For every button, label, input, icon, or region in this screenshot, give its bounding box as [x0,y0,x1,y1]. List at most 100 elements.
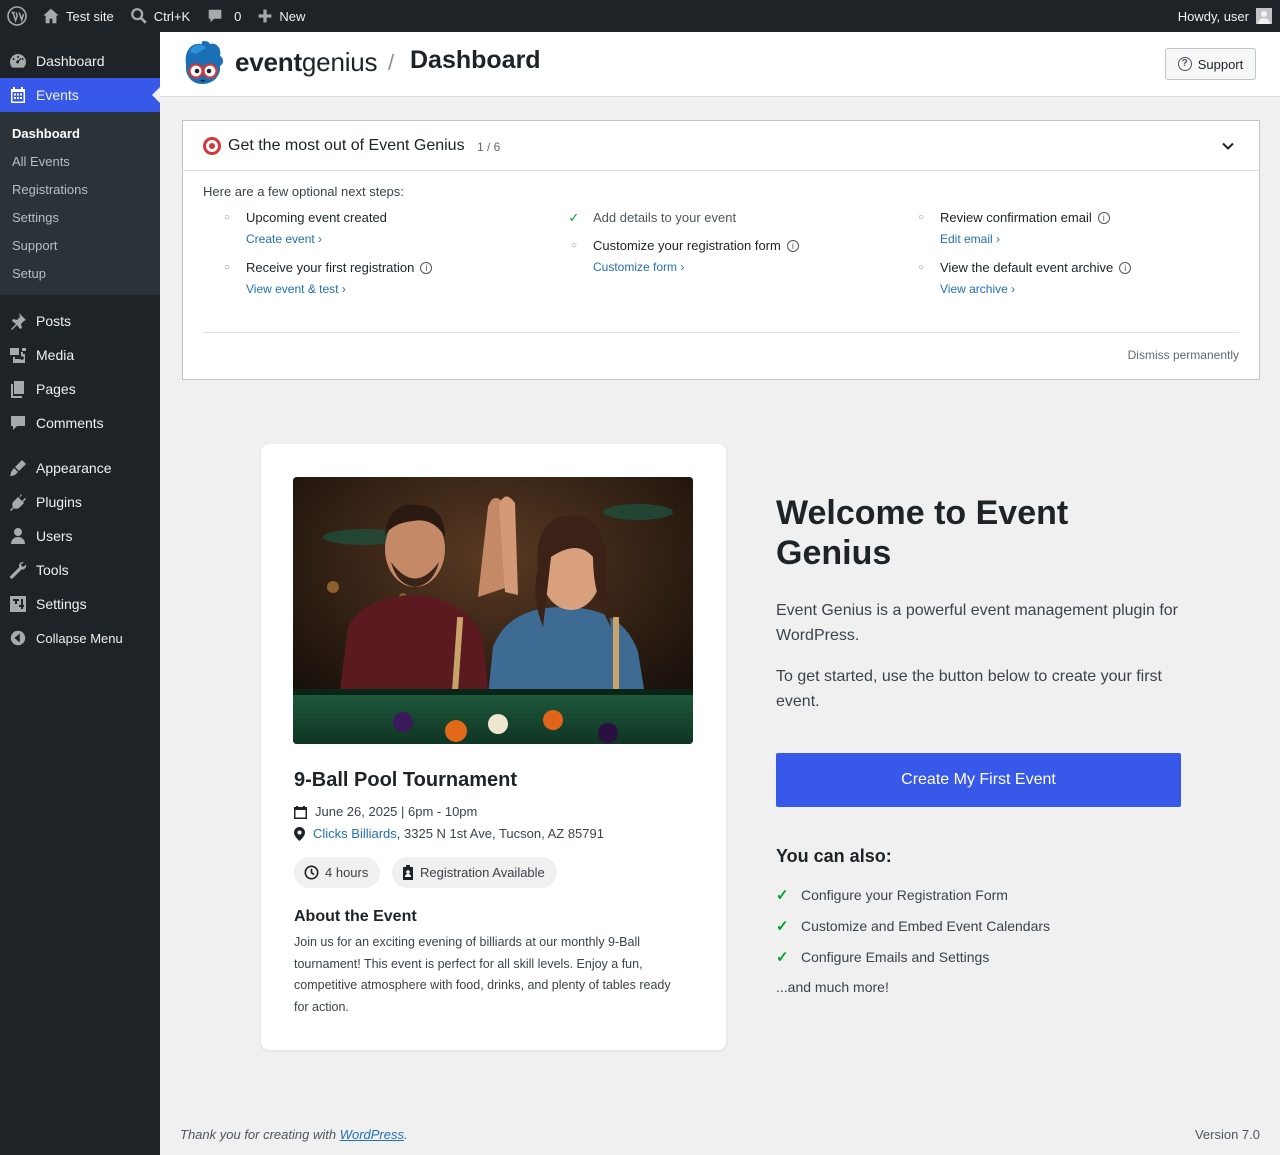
new-content-button[interactable]: New [249,0,313,32]
checklist-intro: Here are a few optional next steps: [203,184,404,199]
checklist-title: Get the most out of Event Genius [228,137,465,154]
breadcrumb-separator: / [388,50,395,75]
plug-icon [8,492,28,512]
comments-link[interactable]: 0 [198,0,249,32]
clock-icon [304,865,319,880]
edit-email-link[interactable]: Edit email › [940,232,1000,246]
menu-dashboard[interactable]: Dashboard [0,44,160,78]
welcome-instructions: To get started, use the button below to … [776,668,1162,710]
menu-posts-label: Posts [36,313,72,329]
step-label: Receive your first registration i [246,260,433,275]
event-photo [293,477,693,744]
menu-media[interactable]: Media [0,338,160,372]
create-first-event-button[interactable]: Create My First Event [776,753,1181,807]
menu-settings-label: Settings [36,596,87,612]
pages-icon [8,379,28,399]
also-list-item: ✓ Customize and Embed Event Calendars [776,918,1051,935]
event-preview-card: 9-Ball Pool Tournament June 26, 2025 | 6… [261,444,726,1050]
media-icon [8,345,28,365]
eventgenius-mascot-icon [182,40,226,89]
plugin-header: eventgenius / Dashboard ? Support [160,32,1280,97]
event-title: 9-Ball Pool Tournament [294,769,517,791]
info-icon[interactable]: i [786,240,799,252]
support-button[interactable]: ? Support [1165,48,1256,80]
calendar-icon [294,805,307,819]
calendar-icon [8,85,28,105]
info-icon[interactable]: i [1097,212,1110,224]
target-icon [203,137,221,155]
submenu-support[interactable]: Support [0,231,160,259]
menu-posts[interactable]: Posts [0,304,160,338]
checkmark-icon: ✓ [568,210,580,225]
welcome-intro: Event Genius is a powerful event managem… [776,602,1179,644]
menu-plugins-label: Plugins [36,494,82,510]
menu-appearance[interactable]: Appearance [0,451,160,485]
welcome-heading: Welcome to Event Genius [776,494,1069,572]
menu-tools[interactable]: Tools [0,553,160,587]
wordpress-link[interactable]: WordPress [340,1127,404,1142]
events-submenu: Dashboard All Events Registrations Setti… [0,112,160,295]
admin-sidebar: Dashboard Events Dashboard All Events Re… [0,32,160,1155]
menu-settings[interactable]: Settings [0,587,160,621]
event-date: June 26, 2025 | 6pm - 10pm [294,804,477,819]
menu-users-label: Users [36,528,73,544]
create-event-link[interactable]: Create event › [246,232,322,246]
info-icon[interactable]: i [1119,262,1132,274]
venue-address: , 3325 N 1st Ave, Tucson, AZ 85791 [396,826,604,841]
account-menu[interactable]: Howdy, user [1178,8,1280,24]
chevron-down-icon[interactable] [1221,139,1235,153]
menu-plugins[interactable]: Plugins [0,485,160,519]
menu-users[interactable]: Users [0,519,160,553]
footer-thanks: Thank you for creating with WordPress. [180,1127,408,1142]
step-pending-icon: ○ [223,212,231,223]
avatar [1256,8,1272,24]
step-pending-icon: ○ [223,262,231,273]
menu-events-label: Events [36,87,79,103]
search-icon [130,8,147,24]
comment-icon [8,413,28,433]
wordpress-logo-icon[interactable] [0,0,34,32]
submenu-settings[interactable]: Settings [0,203,160,231]
also-heading: You can also: [776,846,892,866]
site-name-link[interactable]: Test site [34,0,122,32]
pin-icon [8,311,28,331]
view-event-test-link[interactable]: View event & test › [246,282,346,296]
collapse-menu-button[interactable]: Collapse Menu [0,621,160,655]
map-pin-icon [294,826,305,841]
submenu-dashboard[interactable]: Dashboard [0,119,160,147]
duration-chip: 4 hours [294,857,381,888]
checkmark-icon: ✓ [776,887,789,904]
step-pending-icon: ○ [917,262,925,273]
dismiss-permanently-link[interactable]: Dismiss permanently [1128,348,1239,362]
venue-link[interactable]: Clicks Billiards [313,826,397,841]
submenu-registrations[interactable]: Registrations [0,175,160,203]
settings-icon [8,594,28,614]
about-heading: About the Event [294,908,417,925]
howdy-label: Howdy, user [1177,8,1249,24]
badge-icon [403,865,413,880]
submenu-all-events[interactable]: All Events [0,147,160,175]
brush-icon [8,458,28,478]
menu-comments[interactable]: Comments [0,406,160,440]
and-more-text: ...and much more! [776,979,889,995]
also-list-item: ✓ Configure Emails and Settings [776,949,990,966]
dashboard-icon [8,51,28,71]
event-location: Clicks Billiards, 3325 N 1st Ave, Tucson… [294,826,604,841]
submenu-setup[interactable]: Setup [0,259,160,287]
checklist-header[interactable]: Get the most out of Event Genius 1 / 6 [183,121,1259,171]
new-label: New [279,8,306,24]
home-icon [43,8,59,24]
comments-count: 0 [234,8,242,24]
footer-version: Version 7.0 [1194,1127,1260,1142]
welcome-panel: Welcome to Event Genius Event Genius is … [776,493,1216,995]
plus-icon [259,9,272,23]
comment-icon [208,9,222,23]
command-palette-button[interactable]: Ctrl+K [122,0,198,32]
info-icon[interactable]: i [420,262,433,274]
view-archive-link[interactable]: View archive › [940,282,1015,296]
menu-pages[interactable]: Pages [0,372,160,406]
menu-events[interactable]: Events [0,78,160,112]
customize-form-link[interactable]: Customize form › [593,260,684,274]
checkmark-icon: ✓ [776,949,789,966]
also-list-item: ✓ Configure your Registration Form [776,887,1008,904]
